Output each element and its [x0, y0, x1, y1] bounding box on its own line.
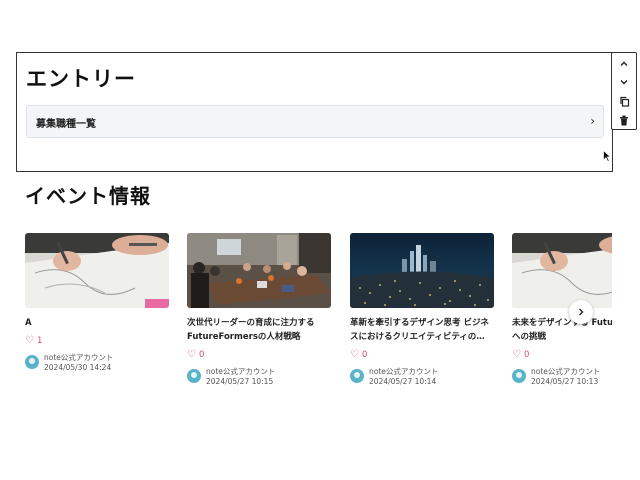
author-name: note公式アカウント: [44, 353, 114, 362]
like-count[interactable]: ♡ 0: [187, 349, 331, 360]
post-date: 2024/05/27 10:14: [369, 377, 437, 386]
like-number: 0: [523, 349, 530, 360]
mouse-cursor-icon: [603, 150, 611, 162]
delete-icon[interactable]: [612, 111, 636, 129]
entry-block[interactable]: エントリー 募集職種一覧 ›: [16, 52, 613, 172]
carousel-next-button[interactable]: [569, 300, 593, 324]
card-thumbnail: [187, 233, 331, 308]
card-title: 次世代リーダーの育成に注力する FutureFormersの人材戦略: [187, 318, 315, 342]
block-toolbar: [611, 52, 637, 130]
event-card[interactable]: 次世代リーダーの育成に注力する FutureFormersの人材戦略 ♡ 0 n…: [187, 233, 331, 387]
like-number: 0: [361, 349, 368, 360]
like-number: 1: [36, 335, 43, 346]
like-count[interactable]: ♡ 0: [512, 349, 612, 360]
chevron-right-icon: [579, 308, 584, 316]
entry-heading: エントリー: [26, 67, 136, 91]
post-date: 2024/05/30 14:24: [44, 363, 112, 372]
card-thumbnail: [25, 233, 169, 308]
card-author: note公式アカウント 2024/05/30 14:24: [25, 353, 169, 373]
avatar: [512, 369, 526, 383]
like-number: 0: [198, 349, 205, 360]
card-thumbnail: [350, 233, 494, 308]
like-count[interactable]: ♡ 1: [25, 335, 169, 346]
copy-icon[interactable]: [612, 92, 636, 110]
author-name: note公式アカウント: [206, 367, 276, 376]
post-date: 2024/05/27 10:15: [206, 377, 274, 386]
author-name: note公式アカウント: [531, 367, 601, 376]
chevron-right-icon: ›: [590, 114, 595, 128]
event-card[interactable]: 未来をデザインする Futu の新時代への挑戦 ♡ 0 note公式アカウント …: [512, 233, 612, 387]
card-author: note公式アカウント 2024/05/27 10:13: [512, 367, 612, 387]
event-card-carousel: A ♡ 1 note公式アカウント 2024/05/30 14:24 次世代リー…: [25, 233, 612, 393]
card-title: 革新を牽引するデザイン思考 ビジネスにおけるクリエイティビティの…: [350, 318, 489, 342]
like-count[interactable]: ♡ 0: [350, 349, 494, 360]
card-author: note公式アカウント 2024/05/27 10:14: [350, 367, 494, 387]
avatar: [187, 369, 201, 383]
heart-icon: ♡: [25, 335, 34, 346]
post-date: 2024/05/27 10:13: [531, 377, 599, 386]
heart-icon: ♡: [187, 349, 196, 360]
card-thumbnail: [512, 233, 612, 308]
move-up-icon[interactable]: [612, 55, 636, 73]
card-title: 未来をデザインする Futu の新時代への挑戦: [512, 318, 612, 342]
page: エントリー 募集職種一覧 › イベント情報 A ♡ 1 note公式アカウント …: [0, 0, 640, 480]
event-card[interactable]: A ♡ 1 note公式アカウント 2024/05/30 14:24: [25, 233, 169, 373]
avatar: [350, 369, 364, 383]
card-title: A: [25, 318, 32, 328]
author-name: note公式アカウント: [369, 367, 439, 376]
card-author: note公式アカウント 2024/05/27 10:15: [187, 367, 331, 387]
job-list-label: 募集職種一覧: [36, 119, 96, 130]
heart-icon: ♡: [350, 349, 359, 360]
move-down-icon[interactable]: [612, 73, 636, 91]
events-heading: イベント情報: [25, 184, 151, 208]
event-card[interactable]: 革新を牽引するデザイン思考 ビジネスにおけるクリエイティビティの… ♡ 0 no…: [350, 233, 494, 387]
avatar: [25, 355, 39, 369]
job-list-link[interactable]: 募集職種一覧 ›: [26, 105, 604, 138]
heart-icon: ♡: [512, 349, 521, 360]
